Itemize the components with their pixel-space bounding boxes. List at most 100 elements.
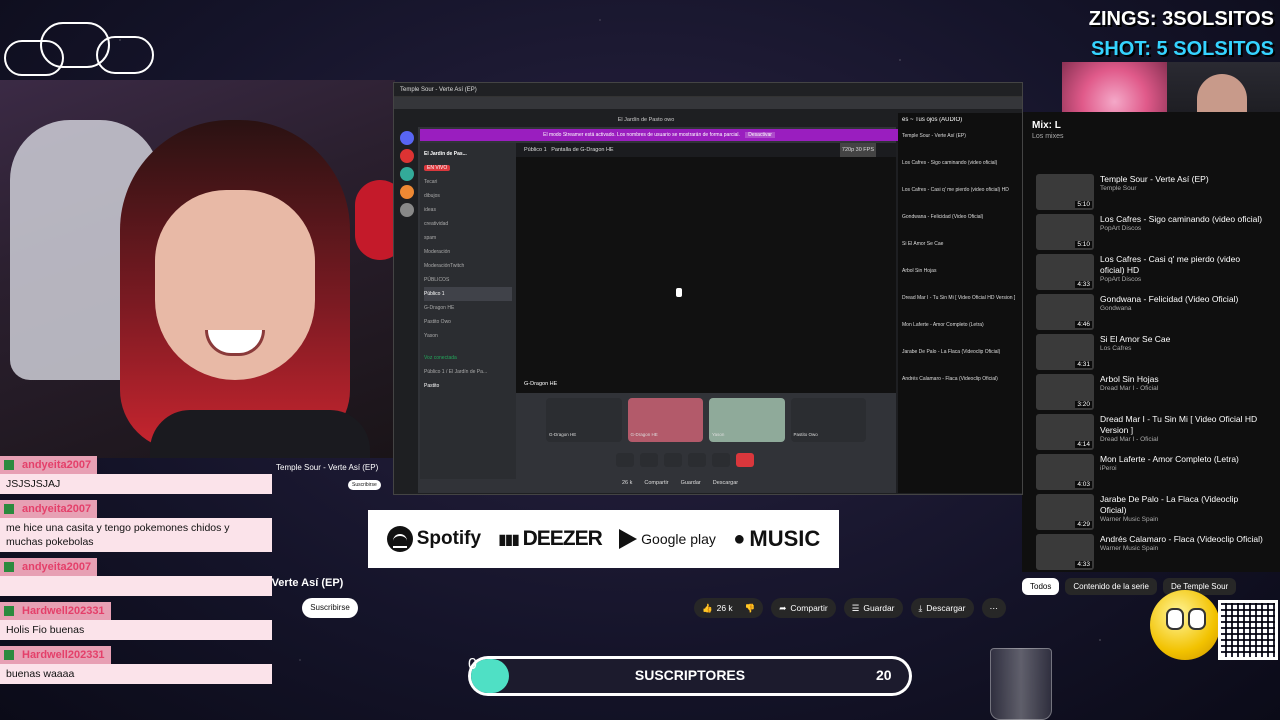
browser-tab[interactable]: Temple Sour - Verte Así (EP) bbox=[394, 83, 1022, 97]
channel-item[interactable]: dibujos bbox=[424, 189, 512, 203]
playlist-item[interactable]: 4:03 Mon Laferte - Amor Completo (Letra) i… bbox=[1036, 454, 1266, 494]
video-thumbnail[interactable]: 4:14 bbox=[1036, 414, 1094, 450]
chat-text: me hice una casita y tengo pokemones chi… bbox=[0, 518, 272, 552]
inner-playlist-item[interactable]: Arbol Sin Hojas bbox=[902, 268, 1018, 295]
more-options-button[interactable]: ⋯ bbox=[981, 598, 1006, 618]
mic-icon[interactable] bbox=[616, 453, 634, 467]
chat-username[interactable]: Hardwell202331 bbox=[0, 646, 111, 664]
video-thumbnail[interactable]: 4:03 bbox=[1036, 454, 1094, 490]
video-duration: 4:46 bbox=[1075, 321, 1092, 328]
chat-text bbox=[0, 576, 272, 596]
inner-playlist-item[interactable]: Si El Amor Se Cae bbox=[902, 241, 1018, 268]
subscribe-button[interactable]: Suscribirse bbox=[302, 598, 358, 618]
video-thumbnail[interactable]: 5:10 bbox=[1036, 174, 1094, 210]
server-icon[interactable] bbox=[400, 185, 414, 199]
thumbs-up-icon: 👍 bbox=[702, 603, 713, 613]
server-icon[interactable] bbox=[400, 167, 414, 181]
playlist-item[interactable]: 3:20 Arbol Sin Hojas Dread Mar I - Oficial bbox=[1036, 374, 1266, 414]
inner-download[interactable]: Descargar bbox=[713, 480, 738, 486]
channel-category[interactable]: PÚBLICOS bbox=[424, 273, 512, 287]
video-duration: 4:14 bbox=[1075, 441, 1092, 448]
playlist-item[interactable]: 5:10 Los Cafres - Sigo caminando (video o… bbox=[1036, 214, 1266, 254]
voice-tile[interactable]: G-Dragon HE bbox=[627, 398, 703, 442]
inner-playlist-item[interactable]: Los Cafres - Sigo caminando (video ofici… bbox=[902, 160, 1018, 187]
browser-url-bar[interactable] bbox=[394, 97, 1022, 109]
inner-playlist-item[interactable]: Gondwana - Felicidad (Video Oficial) bbox=[902, 214, 1018, 241]
video-thumbnail[interactable]: 5:10 bbox=[1036, 214, 1094, 250]
playlist: 5:10 Temple Sour - Verte Así (EP) Temple S… bbox=[1036, 174, 1266, 574]
playlist-item[interactable]: 4:14 Dread Mar I - Tu Sin Mi [ Video Ofic… bbox=[1036, 414, 1266, 454]
inner-playlist-item[interactable]: Mon Laferte - Amor Completo (Letra) bbox=[902, 322, 1018, 349]
channel-item[interactable]: Tecari bbox=[424, 175, 512, 189]
server-icon[interactable] bbox=[400, 149, 414, 163]
server-name[interactable]: El Jardín de Pas... bbox=[424, 147, 512, 161]
server-icon[interactable] bbox=[400, 131, 414, 145]
video-thumbnail[interactable]: 4:33 bbox=[1036, 254, 1094, 290]
youtube-playlist-panel: Mix: L Los mixes 5:10 Temple Sour - Verte… bbox=[1022, 112, 1280, 572]
video-duration: 4:03 bbox=[1075, 481, 1092, 488]
playlist-item[interactable]: 4:31 Si El Amor Se Cae Los Cafres bbox=[1036, 334, 1266, 374]
share-screen-icon[interactable] bbox=[664, 453, 682, 467]
activities-icon[interactable] bbox=[688, 453, 706, 467]
video-item-title: Jarabe De Palo - La Flaca (Videoclip Ofi… bbox=[1100, 494, 1239, 515]
inner-share[interactable]: Compartir bbox=[644, 480, 668, 486]
voice-tile[interactable]: G-Dragon HE bbox=[546, 398, 622, 442]
video-thumbnail[interactable]: 4:31 bbox=[1036, 334, 1094, 370]
inner-playlist-item[interactable]: Temple Sour - Verte Así (EP) bbox=[902, 133, 1018, 160]
playlist-item[interactable]: 4:29 Jarabe De Palo - La Flaca (Videoclip… bbox=[1036, 494, 1266, 534]
voice-tile[interactable]: Pastito Owo bbox=[790, 398, 866, 442]
chat-username[interactable]: andyeita2007 bbox=[0, 456, 98, 474]
chat-username[interactable]: andyeita2007 bbox=[0, 558, 98, 576]
playlist-item[interactable]: 4:46 Gondwana - Felicidad (Video Oficial)… bbox=[1036, 294, 1266, 334]
share-button[interactable]: ➦ Compartir bbox=[771, 598, 836, 618]
video-thumbnail[interactable]: 4:33 bbox=[1036, 534, 1094, 570]
video-thumbnail[interactable]: 4:29 bbox=[1036, 494, 1094, 530]
channel-item[interactable]: Público 1 bbox=[424, 287, 512, 301]
voice-user[interactable]: Pastito Owo bbox=[424, 315, 512, 329]
chip-series[interactable]: Contenido de la serie bbox=[1065, 578, 1157, 595]
inner-playlist-item[interactable]: Andrés Calamaro - Flaca (Videoclip Ofici… bbox=[902, 376, 1018, 403]
camera-icon[interactable] bbox=[640, 453, 658, 467]
more-icon[interactable] bbox=[712, 453, 730, 467]
voice-user[interactable]: Yason bbox=[424, 329, 512, 343]
voice-tile[interactable]: Yason bbox=[709, 398, 785, 442]
playlist-item[interactable]: 4:33 Andrés Calamaro - Flaca (Videoclip O… bbox=[1036, 534, 1266, 574]
channel-item[interactable]: creatividad bbox=[424, 217, 512, 231]
chat-username[interactable]: andyeita2007 bbox=[0, 500, 98, 518]
server-icon[interactable] bbox=[400, 203, 414, 217]
notice-deactivate-button[interactable]: Desactivar bbox=[745, 132, 775, 138]
download-button[interactable]: ⤓ Descargar bbox=[910, 598, 974, 618]
chat-username[interactable]: Hardwell202331 bbox=[0, 602, 111, 620]
channel-item[interactable]: ideas bbox=[424, 203, 512, 217]
deezer-bars-icon: ▮▮▮ bbox=[498, 530, 519, 547]
disconnect-icon[interactable] bbox=[736, 453, 754, 467]
inner-actions: 26 k Compartir Guardar Descargar bbox=[622, 480, 738, 486]
playlist-item[interactable]: 4:33 Los Cafres - Casi q' me pierdo (vide… bbox=[1036, 254, 1266, 294]
video-meta: Dread Mar I - Tu Sin Mi [ Video Oficial … bbox=[1100, 414, 1266, 454]
chat-message: Hardwell202331 Holis Fio buenas bbox=[0, 601, 280, 640]
inner-playlist-item[interactable]: Jarabe De Palo - La Flaca (Videoclip Ofi… bbox=[902, 349, 1018, 376]
like-button[interactable]: 👍 26 k 👎 bbox=[694, 598, 764, 618]
inner-subscribe-button[interactable]: Suscribirse bbox=[348, 480, 381, 490]
user-name[interactable]: Pastito bbox=[424, 379, 512, 393]
video-thumbnail[interactable]: 3:20 bbox=[1036, 374, 1094, 410]
save-button[interactable]: ☰ Guardar bbox=[843, 598, 903, 618]
goal-label: SUSCRIPTORES bbox=[634, 667, 746, 683]
inner-likes[interactable]: 26 k bbox=[622, 480, 632, 486]
thumbs-down-icon[interactable]: 👎 bbox=[745, 598, 756, 618]
chip-all[interactable]: Todos bbox=[1022, 578, 1060, 595]
video-thumbnail[interactable]: 4:46 bbox=[1036, 294, 1094, 330]
voice-user[interactable]: G-Dragon HE bbox=[424, 301, 512, 315]
chat-text: JSJSJSJAJ bbox=[0, 474, 272, 494]
inner-playlist-item[interactable]: Los Cafres - Casi q' me pierdo (video of… bbox=[902, 187, 1018, 214]
inner-playlist-item[interactable]: Dread Mar I - Tu Sin Mi [ Video Oficial … bbox=[902, 295, 1018, 322]
video-item-channel: Los Cafres bbox=[1100, 345, 1132, 352]
channel-category[interactable]: Moderación bbox=[424, 245, 512, 259]
stream-viewer[interactable]: Público 1 Pantalla de G-Dragon HE 720p 3… bbox=[516, 143, 896, 393]
chat-message: Hardwell202331 buenas waaaa bbox=[0, 645, 280, 684]
channel-item[interactable]: ModeraciónTwitch bbox=[424, 259, 512, 273]
webcam-feed bbox=[0, 80, 395, 458]
channel-item[interactable]: spam bbox=[424, 231, 512, 245]
inner-save[interactable]: Guardar bbox=[681, 480, 701, 486]
playlist-item[interactable]: 5:10 Temple Sour - Verte Así (EP) Temple S… bbox=[1036, 174, 1266, 214]
